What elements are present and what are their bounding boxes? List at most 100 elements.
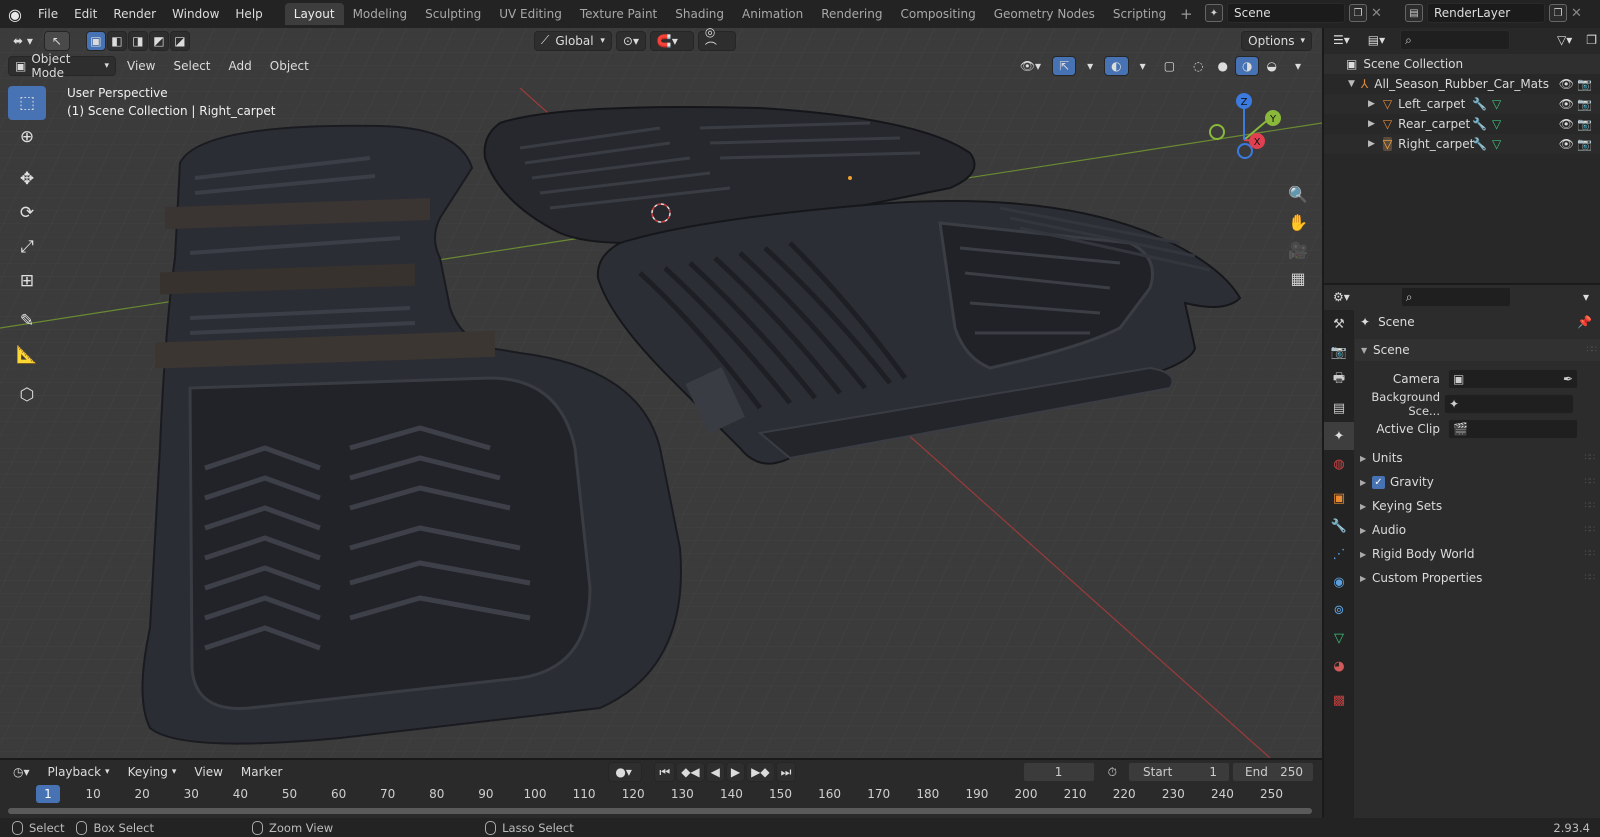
- output-tab-icon[interactable]: 🖶: [1324, 366, 1354, 394]
- menu-file[interactable]: File: [30, 0, 66, 28]
- viewport-menu-view[interactable]: View: [120, 56, 162, 76]
- drag-grip-icon[interactable]: ∷∷: [1585, 525, 1596, 535]
- subpanel-gravity[interactable]: ▶ ✓ Gravity ∷∷: [1360, 471, 1598, 493]
- select-box-tool-icon[interactable]: ⬚: [8, 86, 46, 120]
- transform-orientation-dropdown[interactable]: ⟋ Global ▾: [533, 30, 612, 51]
- visibility-eye-icon[interactable]: 👁: [1559, 77, 1574, 91]
- particles-tab-icon[interactable]: ⋰: [1324, 540, 1354, 568]
- select-invert-icon[interactable]: ◩: [148, 30, 169, 51]
- constraints-tab-icon[interactable]: ⊚: [1324, 596, 1354, 624]
- snap-icon[interactable]: 🧲▾: [649, 30, 694, 51]
- prev-keyframe-icon[interactable]: ◆◀: [676, 762, 705, 782]
- jump-start-icon[interactable]: ⏮: [654, 762, 676, 782]
- render-camera-icon[interactable]: 📷: [1577, 137, 1592, 151]
- timeline-menu-playback[interactable]: Playback ▾: [41, 762, 117, 782]
- tab-sculpting[interactable]: Sculpting: [416, 3, 490, 25]
- viewport-menu-object[interactable]: Object: [263, 56, 316, 76]
- expand-arrow-icon[interactable]: ▼: [1348, 79, 1355, 89]
- visibility-eye-icon[interactable]: 👁: [1559, 137, 1574, 151]
- properties-search-input[interactable]: ⌕: [1400, 287, 1511, 307]
- menu-window[interactable]: Window: [164, 0, 227, 28]
- end-frame-field[interactable]: End 250: [1232, 762, 1314, 782]
- view-layer-tab-icon[interactable]: ▤: [1324, 394, 1354, 422]
- add-cube-tool-icon[interactable]: ⬡: [8, 378, 46, 412]
- mesh-data-icon[interactable]: ▽: [1492, 117, 1501, 131]
- timeline-scrollbar[interactable]: [8, 808, 1312, 814]
- timeline-editor-type-icon[interactable]: ◷▾: [6, 762, 37, 782]
- tab-rendering[interactable]: Rendering: [812, 3, 891, 25]
- editor-type-icon[interactable]: ⬌ ▾: [6, 31, 40, 51]
- frame-ruler[interactable]: 1 10 20 30 40 50 60 70 80 90 100 110 120 130 140 150 160…: [0, 784, 1322, 806]
- drag-grip-icon[interactable]: ∷∷: [1587, 345, 1598, 355]
- outliner-row-right-carpet[interactable]: ▶ ▽ Right_carpet 🔧 ▽ 👁 📷: [1324, 134, 1600, 154]
- neg-y-axis-handle[interactable]: [1209, 124, 1225, 140]
- menu-help[interactable]: Help: [227, 0, 270, 28]
- wireframe-shading-icon[interactable]: ◌: [1186, 56, 1210, 76]
- zoom-icon[interactable]: 🔍: [1284, 180, 1312, 208]
- tab-geometry-nodes[interactable]: Geometry Nodes: [985, 3, 1104, 25]
- scene-panel-header[interactable]: ▼ Scene ∷∷: [1355, 339, 1600, 361]
- delete-scene-icon[interactable]: ✕: [1371, 6, 1382, 21]
- mesh-data-icon[interactable]: ▽: [1492, 137, 1501, 151]
- viewport-menu-select[interactable]: Select: [166, 56, 217, 76]
- active-clip-field[interactable]: 🎬: [1448, 419, 1578, 439]
- pan-hand-icon[interactable]: ✋: [1284, 208, 1312, 236]
- move-tool-icon[interactable]: ✥: [8, 162, 46, 196]
- visibility-eye-icon[interactable]: 👁: [1559, 117, 1574, 131]
- blender-logo-icon[interactable]: ◉: [0, 0, 30, 28]
- scale-tool-icon[interactable]: ⤢: [8, 230, 46, 264]
- mesh-data-icon[interactable]: ▽: [1492, 97, 1501, 111]
- gizmo-dropdown-icon[interactable]: ▾: [1080, 56, 1100, 76]
- xray-icon[interactable]: ▢: [1157, 56, 1182, 76]
- expand-arrow-icon[interactable]: ▶: [1368, 99, 1375, 109]
- object-mode-dropdown[interactable]: ▣ Object Mode ▾: [8, 52, 116, 80]
- menu-edit[interactable]: Edit: [66, 0, 105, 28]
- background-scene-field[interactable]: ✦: [1444, 394, 1574, 414]
- scrollbar-thumb[interactable]: [8, 808, 1312, 814]
- solid-shading-icon[interactable]: ●: [1211, 56, 1235, 76]
- physics-tab-icon[interactable]: ◉: [1324, 568, 1354, 596]
- rendered-shading-icon[interactable]: ◒: [1259, 56, 1283, 76]
- new-collection-icon[interactable]: ❐: [1583, 30, 1600, 50]
- outliner-row-left-carpet[interactable]: ▶ ▽ Left_carpet 🔧 ▽ 👁 📷: [1324, 94, 1600, 114]
- subpanel-keying-sets[interactable]: ▶ Keying Sets ∷∷: [1360, 495, 1598, 517]
- scene-icon[interactable]: ✦: [1205, 4, 1223, 22]
- material-tab-icon[interactable]: ◕: [1324, 652, 1354, 680]
- transform-tool-icon[interactable]: ⊞: [8, 264, 46, 298]
- world-tab-icon[interactable]: ◍: [1324, 450, 1354, 478]
- options-dropdown[interactable]: Options ▾: [1241, 30, 1312, 51]
- navigation-gizmo[interactable]: Z Y X: [1200, 88, 1300, 188]
- timeline-menu-view[interactable]: View: [187, 762, 229, 782]
- render-camera-icon[interactable]: 📷: [1577, 97, 1592, 111]
- expand-arrow-icon[interactable]: ▶: [1368, 119, 1375, 129]
- new-scene-icon[interactable]: ❐: [1349, 4, 1367, 22]
- ortho-grid-icon[interactable]: ▦: [1284, 264, 1312, 292]
- proportional-edit-icon[interactable]: ◎ ⌒: [697, 28, 736, 55]
- delete-view-layer-icon[interactable]: ✕: [1571, 6, 1582, 21]
- tab-compositing[interactable]: Compositing: [891, 3, 984, 25]
- tab-modeling[interactable]: Modeling: [344, 3, 417, 25]
- tweak-tool-icon[interactable]: ↖: [43, 30, 70, 51]
- scene-tab-icon[interactable]: ✦: [1324, 422, 1354, 450]
- tab-texture-paint[interactable]: Texture Paint: [571, 3, 666, 25]
- expand-arrow-icon[interactable]: ▶: [1368, 139, 1375, 149]
- auto-keying-icon[interactable]: ●▾: [608, 762, 643, 782]
- subpanel-custom-properties[interactable]: ▶ Custom Properties ∷∷: [1360, 567, 1598, 589]
- neg-z-axis-handle[interactable]: [1237, 143, 1253, 159]
- view-layer-field[interactable]: RenderLayer: [1427, 3, 1545, 23]
- rotate-tool-icon[interactable]: ⟳: [8, 196, 46, 230]
- stopwatch-icon[interactable]: ⏱: [1101, 762, 1124, 782]
- render-camera-icon[interactable]: 📷: [1577, 117, 1592, 131]
- drag-grip-icon[interactable]: ∷∷: [1585, 573, 1596, 583]
- eyedropper-icon[interactable]: ✒: [1563, 372, 1573, 386]
- pivot-point-icon[interactable]: ⊙▾: [615, 30, 646, 51]
- tab-animation[interactable]: Animation: [733, 3, 812, 25]
- start-frame-field[interactable]: Start 1: [1128, 762, 1230, 782]
- modifier-wrench-icon[interactable]: 🔧: [1472, 97, 1487, 111]
- current-frame-field[interactable]: 1: [1022, 762, 1095, 782]
- modifier-wrench-icon[interactable]: 🔧: [1472, 117, 1487, 131]
- overlay-dropdown-icon[interactable]: ▾: [1133, 56, 1153, 76]
- cursor-tool-icon[interactable]: ⊕: [8, 120, 46, 154]
- select-intersect-icon[interactable]: ◪: [169, 30, 190, 51]
- outliner-row-rear-carpet[interactable]: ▶ ▽ Rear_carpet 🔧 ▽ 👁 📷: [1324, 114, 1600, 134]
